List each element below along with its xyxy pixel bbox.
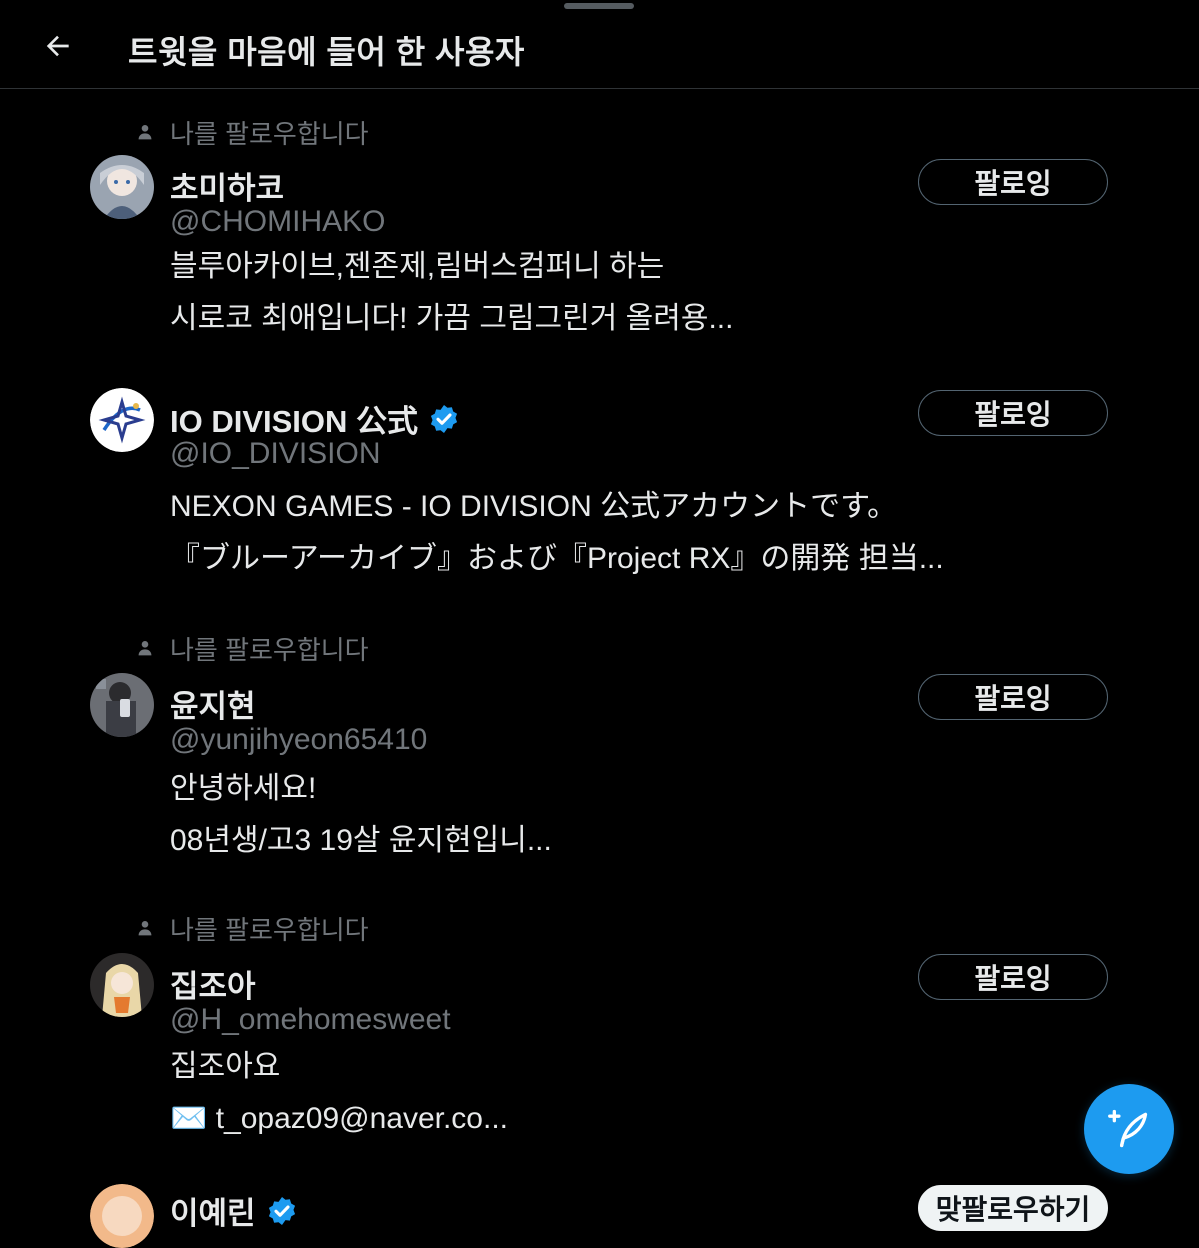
name-row: 윤지현: [170, 681, 256, 726]
name-row: 이예린: [170, 1188, 298, 1233]
name-row: 초미하코: [170, 163, 284, 208]
name-row: IO DIVISION 公式: [170, 396, 460, 441]
compose-button[interactable]: [1084, 1084, 1174, 1174]
bio-line: 안녕하세요!: [170, 772, 317, 805]
top-bar: 트윗을 마음에 들어 한 사용자: [0, 0, 1199, 89]
display-name: 이예린: [170, 1196, 256, 1231]
follows-you-indicator: 나를 팔로우합니다: [134, 117, 369, 149]
user-handle: @IO_DIVISION: [170, 437, 381, 470]
avatar[interactable]: [90, 155, 154, 219]
avatar-image: [90, 953, 154, 1017]
display-name: 초미하코: [170, 171, 285, 206]
follows-you-indicator: 나를 팔로우합니다: [134, 633, 369, 665]
user-bio: 집조아요 ✉️ t_opaz09@naver.co...: [170, 1041, 508, 1145]
back-button[interactable]: [38, 26, 78, 66]
follows-you-indicator: 나를 팔로우합니다: [134, 913, 369, 945]
person-icon: [138, 125, 152, 140]
user-bio: 안녕하세요! 08년생/고3 19살 윤지현입니...: [170, 763, 552, 867]
bio-line: NEXON GAMES - IO DIVISION 公式アカウントです。: [170, 490, 898, 523]
avatar[interactable]: [90, 1184, 154, 1248]
bio-line: 08년생/고3 19살 윤지현입니...: [170, 824, 552, 857]
user-handle: @yunjihyeon65410: [170, 723, 428, 756]
avatar[interactable]: [90, 673, 154, 737]
follows-you-label: 나를 팔로우합니다: [170, 914, 369, 945]
bio-line: 집조아요: [170, 1050, 281, 1083]
back-arrow-icon: [46, 35, 69, 57]
avatar[interactable]: [90, 388, 154, 452]
follows-you-label: 나를 팔로우합니다: [170, 118, 369, 149]
page-title: 트윗을 마음에 들어 한 사용자: [128, 34, 525, 70]
user-bio: NEXON GAMES - IO DIVISION 公式アカウントです。『ブルー…: [170, 481, 944, 585]
follows-you-label: 나를 팔로우합니다: [170, 634, 369, 665]
bio-line: 블루아카이브,젠존제,림버스컴퍼니 하는: [170, 250, 665, 283]
bio-line: 『ブルーアーカイブ』および『Project RX』の開発 担当...: [170, 542, 944, 575]
following-button[interactable]: 팔로잉: [918, 390, 1108, 436]
avatar-image: [90, 388, 154, 452]
display-name: 윤지현: [170, 689, 256, 724]
verified-badge-icon: [268, 1196, 295, 1225]
bio-line: ✉️ t_opaz09@naver.co...: [170, 1102, 508, 1135]
bio-line: 시로코 최애입니다! 가끔 그림그린거 올려용...: [170, 302, 734, 335]
person-icon: [138, 921, 152, 936]
following-button[interactable]: 팔로잉: [918, 674, 1108, 720]
person-icon: [138, 641, 152, 656]
avatar[interactable]: [90, 953, 154, 1017]
avatar-image: [90, 155, 154, 219]
compose-feather-plus-icon: [1108, 1109, 1148, 1148]
user-handle: @CHOMIHAKO: [170, 205, 386, 238]
following-button[interactable]: 팔로잉: [918, 954, 1108, 1000]
name-row: 집조아: [170, 961, 256, 1006]
display-name: 집조아: [170, 969, 256, 1004]
user-bio: 블루아카이브,젠존제,림버스컴퍼니 하는시로코 최애입니다! 가끔 그림그린거 …: [170, 241, 733, 345]
avatar-image: [90, 673, 154, 737]
following-button[interactable]: 팔로잉: [918, 159, 1108, 205]
avatar-image: [90, 1184, 154, 1248]
verified-badge-icon: [430, 404, 458, 433]
follow-back-button[interactable]: 맞팔로우하기: [918, 1185, 1108, 1231]
user-handle: @H_omehomesweet: [170, 1003, 451, 1036]
display-name: IO DIVISION 公式: [170, 404, 419, 439]
